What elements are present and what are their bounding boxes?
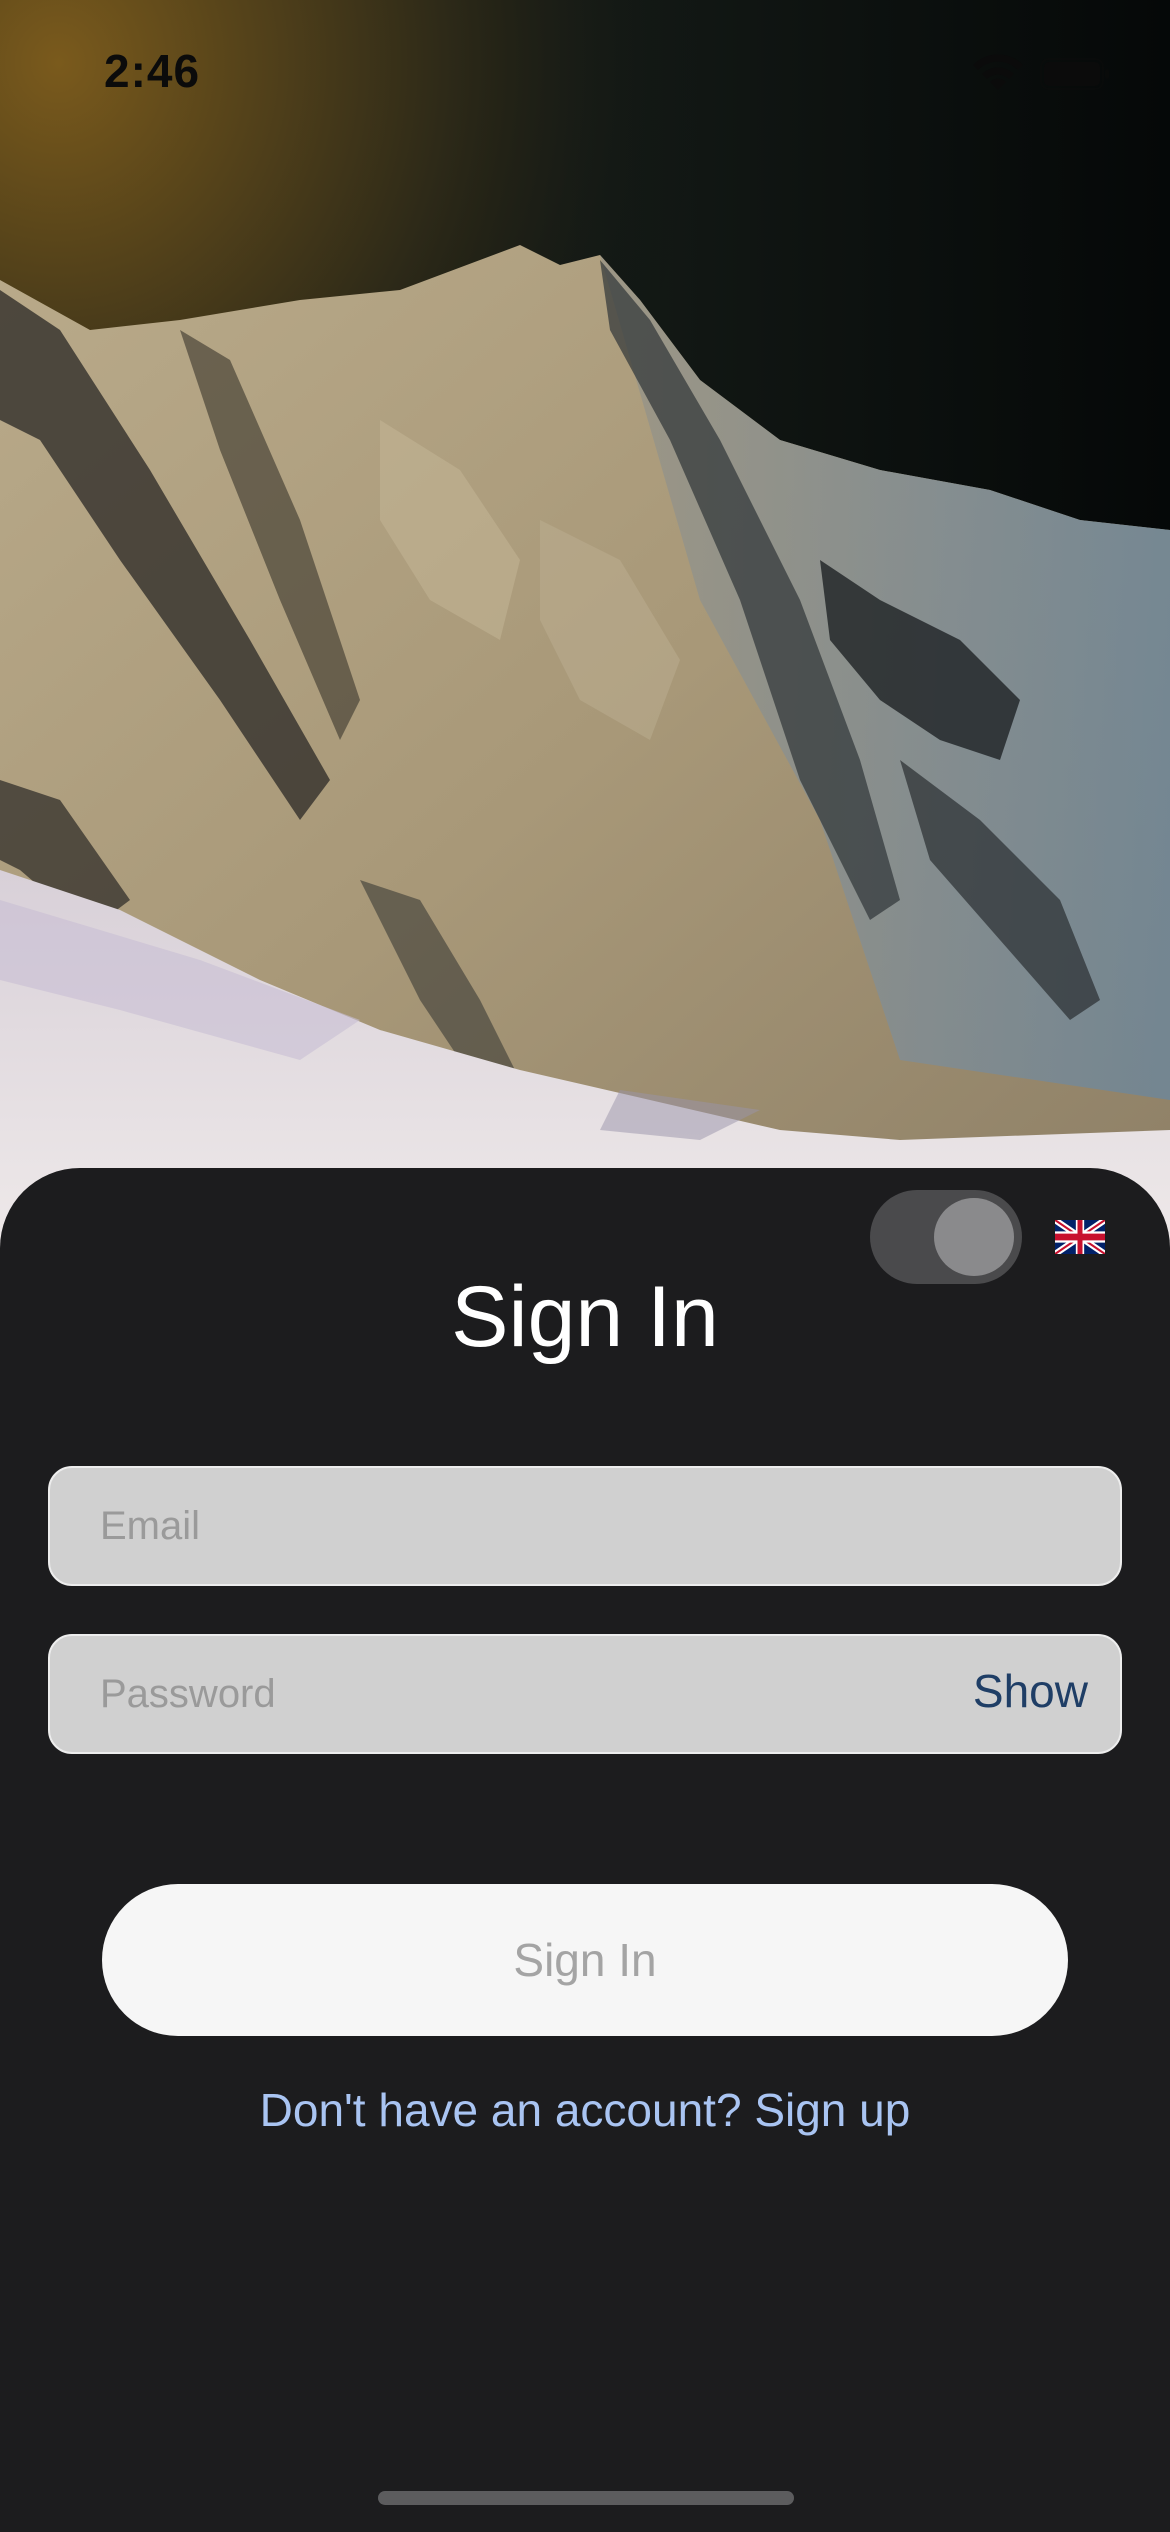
page-title: Sign In bbox=[451, 1269, 719, 1365]
background-image bbox=[0, 0, 1170, 1260]
password-input[interactable] bbox=[50, 1636, 1120, 1752]
sign-up-link[interactable]: Don't have an account? Sign up bbox=[0, 2083, 1170, 2137]
sign-in-screen: 2:46 Sign In Show bbox=[0, 0, 1170, 2532]
sign-in-sheet: Sign In Show Sign In Don't have an accou… bbox=[0, 1168, 1170, 2532]
show-password-button[interactable]: Show bbox=[973, 1664, 1088, 1718]
status-bar: 2:46 bbox=[0, 0, 1170, 140]
uk-flag-icon[interactable] bbox=[1055, 1220, 1105, 1254]
email-field[interactable] bbox=[48, 1466, 1122, 1586]
battery-icon bbox=[1040, 58, 1109, 90]
email-input[interactable] bbox=[50, 1468, 1120, 1584]
status-time: 2:46 bbox=[104, 45, 201, 97]
home-indicator bbox=[378, 2491, 794, 2505]
wifi-icon bbox=[973, 54, 1023, 90]
sign-in-button[interactable]: Sign In bbox=[102, 1884, 1068, 2036]
mountain-image bbox=[0, 0, 1170, 1260]
password-field[interactable]: Show bbox=[48, 1634, 1122, 1754]
toggle-knob bbox=[934, 1198, 1014, 1276]
